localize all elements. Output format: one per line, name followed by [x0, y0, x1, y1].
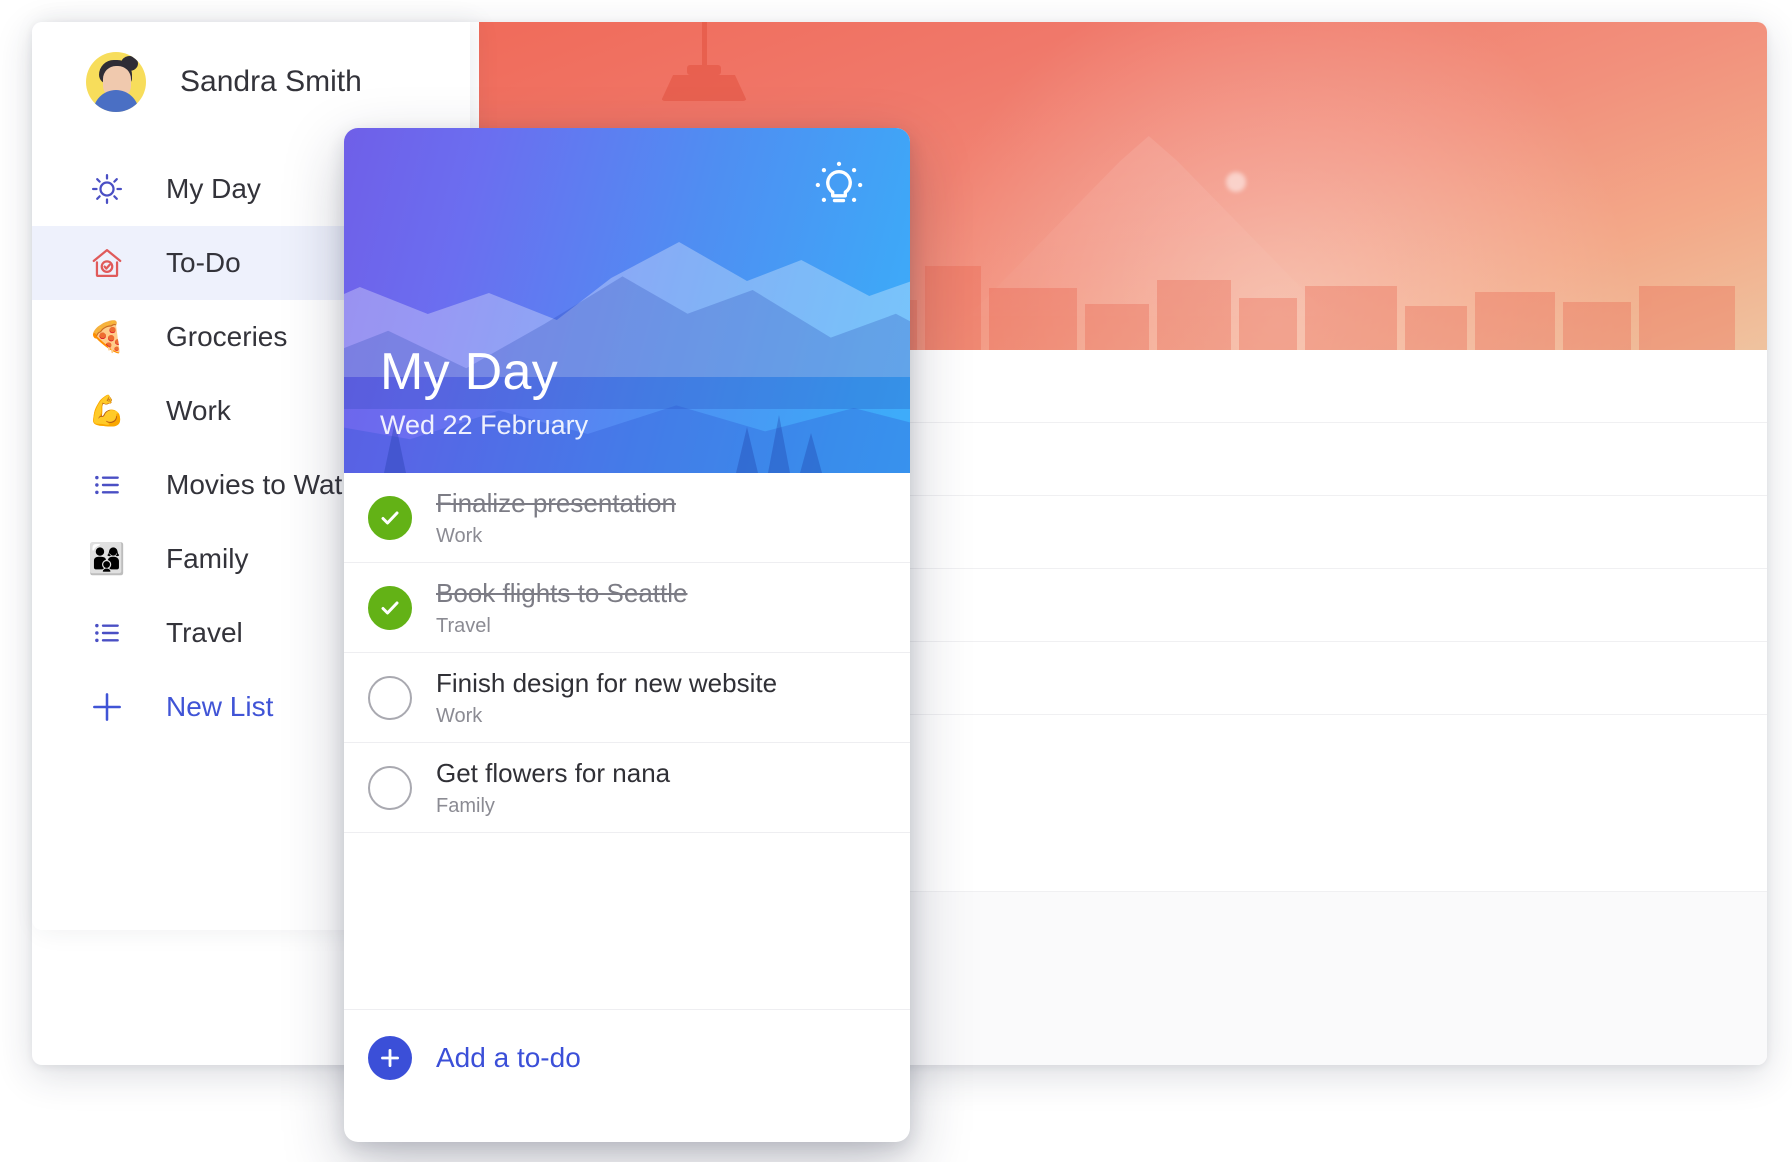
checkbox-unchecked[interactable] — [368, 675, 412, 720]
profile-name: Sandra Smith — [180, 65, 362, 98]
house-check-icon — [84, 245, 130, 281]
list-item[interactable]: Finalize presentation Work — [344, 473, 910, 563]
avatar[interactable] — [86, 52, 146, 112]
my-day-card: My Day Wed 22 February Finalize presenta… — [344, 128, 910, 1142]
todo-title: Get flowers for nana — [436, 757, 671, 788]
list-item[interactable]: Finish design for new website Work — [344, 653, 910, 743]
todo-list-name: Work — [436, 704, 483, 727]
new-list-label: New List — [166, 691, 274, 722]
todo-title: Book flights to Seattle — [436, 577, 688, 608]
plus-icon — [84, 688, 130, 726]
pizza-icon: 🍕 — [88, 320, 126, 354]
todo-title: Finish design for new website — [436, 667, 778, 698]
banner-sun — [1226, 172, 1247, 192]
banner-tower — [659, 22, 749, 105]
page-title: My Day — [380, 343, 559, 402]
list-item[interactable]: Book flights to Seattle Travel — [344, 563, 910, 653]
checkbox-unchecked[interactable] — [368, 765, 412, 810]
todo-list: Finalize presentation Work Book flights … — [344, 473, 910, 833]
add-todo-label: Add a to-do — [436, 1041, 581, 1073]
list-icon — [84, 617, 130, 649]
hero-text: My Day Wed 22 February — [380, 345, 588, 441]
add-todo-button[interactable]: Add a to-do — [344, 1009, 910, 1105]
profile-row[interactable]: Sandra Smith — [32, 22, 470, 142]
sun-icon — [84, 172, 130, 206]
plus-circle-icon — [368, 1035, 412, 1080]
lightbulb-icon[interactable] — [812, 158, 866, 212]
sidebar-item-label: Travel — [166, 617, 243, 648]
hero-tree — [768, 415, 790, 473]
sidebar-item-label: Work — [166, 395, 231, 426]
card-hero: My Day Wed 22 February — [344, 128, 910, 473]
card-empty-space — [344, 833, 910, 1009]
hero-tree — [800, 433, 822, 473]
sidebar-item-label: Family — [166, 543, 249, 574]
flexed-biceps-icon: 💪 — [88, 394, 126, 428]
hero-tree — [736, 427, 758, 473]
hero-date: Wed 22 February — [380, 410, 589, 440]
checkbox-checked[interactable] — [368, 495, 412, 540]
sidebar-item-label: My Day — [166, 173, 261, 204]
screen: o practice or new clients at the garage … — [0, 0, 1792, 1162]
sidebar-item-label: To-Do — [166, 247, 241, 278]
sidebar-item-label: Movies to Wat — [166, 469, 343, 500]
family-icon: 👨‍👩‍👦 — [88, 542, 126, 576]
list-item[interactable]: Get flowers for nana Family — [344, 743, 910, 833]
checkbox-checked[interactable] — [368, 585, 412, 630]
todo-list-name: Family — [436, 794, 495, 817]
list-icon — [84, 469, 130, 501]
todo-title: Finalize presentation — [436, 487, 676, 518]
todo-list-name: Travel — [436, 614, 491, 637]
todo-list-name: Work — [436, 524, 483, 547]
sidebar-item-label: Groceries — [166, 321, 288, 352]
